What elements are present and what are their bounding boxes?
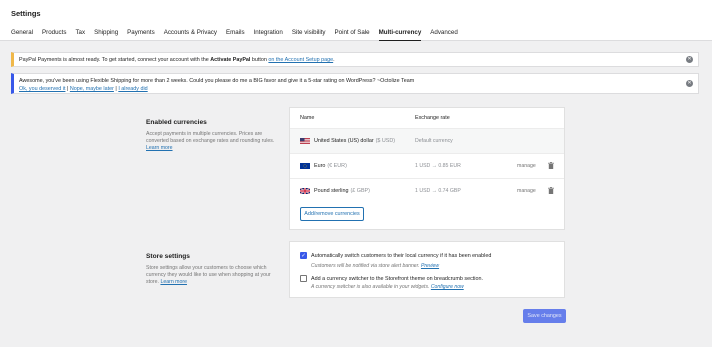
add-remove-currencies-button[interactable]: Add/remove currencies — [300, 207, 364, 221]
settings-tabs: General Products Tax Shipping Payments A… — [11, 29, 467, 41]
paypal-notice-text-middle: button — [250, 57, 269, 63]
trash-icon[interactable] — [548, 187, 554, 194]
us-flag-icon — [300, 138, 310, 144]
manage-link[interactable]: manage — [517, 163, 536, 169]
tab-emails[interactable]: Emails — [226, 29, 245, 41]
currency-switcher-checkbox[interactable] — [300, 275, 307, 282]
manage-link[interactable]: manage — [517, 188, 536, 194]
exchange-rate: Default currency — [415, 138, 453, 144]
already-did-link[interactable]: I already did — [118, 86, 147, 92]
auto-switch-help: Customers will be notified via store ale… — [311, 263, 439, 269]
tab-products[interactable]: Products — [42, 29, 66, 41]
store-settings-title: Store settings — [146, 253, 190, 260]
rating-notice: Awesome, you've been using Flexible Ship… — [11, 73, 699, 94]
currency-code: ($ USD) — [375, 138, 396, 144]
tab-advanced[interactable]: Advanced — [430, 29, 458, 41]
tab-accounts-privacy[interactable]: Accounts & Privacy — [164, 29, 217, 41]
eu-flag-icon — [300, 163, 310, 169]
activate-paypal-label: Activate PayPal — [210, 57, 251, 63]
tab-point-of-sale[interactable]: Point of Sale — [335, 29, 370, 41]
auto-switch-label: Automatically switch customers to their … — [311, 253, 492, 259]
tab-tax[interactable]: Tax — [75, 29, 85, 41]
trash-icon[interactable] — [548, 162, 554, 169]
currency-row-gbp: Pound sterling (£ GBP) 1 USD → 0.74 GBP m… — [290, 178, 564, 203]
exchange-rate: 1 USD → 0.74 GBP — [415, 188, 461, 194]
auto-switch-help-text: Customers will be notified via store ale… — [311, 263, 420, 269]
exchange-rate: 1 USD → 0.85 EUR — [415, 163, 461, 169]
settings-header: Settings General Products Tax Shipping P… — [0, 0, 712, 41]
configure-now-link[interactable]: Configure now — [431, 284, 464, 290]
tab-site-visibility[interactable]: Site visibility — [292, 29, 326, 41]
gb-flag-icon — [300, 188, 310, 194]
currencies-card: Name Exchange rate United States (US) do… — [289, 107, 565, 230]
tab-integration[interactable]: Integration — [254, 29, 283, 41]
currency-row-usd: United States (US) dollar ($ USD) Default… — [290, 128, 564, 153]
preview-link[interactable]: Preview — [421, 263, 439, 269]
tab-payments[interactable]: Payments — [127, 29, 155, 41]
enabled-currencies-learn-more[interactable]: Learn more — [146, 145, 173, 151]
tab-multi-currency[interactable]: Multi-currency — [378, 29, 422, 41]
currency-switcher-help: A currency switcher is also available in… — [311, 284, 464, 290]
paypal-notice-text-start: PayPal Payments is almost ready. To get … — [19, 57, 211, 63]
paypal-notice-text-end: . — [333, 57, 335, 63]
auto-switch-checkbox[interactable]: ✓ — [300, 252, 307, 259]
currency-code: (€ EUR) — [327, 163, 347, 169]
currency-code: (£ GBP) — [350, 188, 370, 194]
currency-switcher-help-text: A currency switcher is also available in… — [311, 284, 430, 290]
store-settings-learn-more[interactable]: Learn more — [160, 279, 187, 285]
ok-deserved-link[interactable]: Ok, you deserved it — [19, 86, 65, 92]
tab-general[interactable]: General — [11, 29, 33, 41]
column-header-name: Name — [300, 115, 315, 121]
enabled-currencies-description: Accept payments in multiple currencies. … — [146, 131, 281, 153]
currency-name: Pound sterling (£ GBP) — [314, 188, 370, 194]
page-title: Settings — [11, 9, 41, 18]
paypal-notice: PayPal Payments is almost ready. To get … — [11, 52, 699, 67]
tab-shipping[interactable]: Shipping — [94, 29, 118, 41]
dismiss-icon[interactable]: ✕ — [686, 80, 693, 87]
rating-notice-text: Awesome, you've been using Flexible Ship… — [19, 78, 415, 84]
enabled-currencies-title: Enabled currencies — [146, 119, 207, 126]
enabled-currencies-description-text: Accept payments in multiple currencies. … — [146, 131, 275, 145]
rating-notice-links: Ok, you deserved it | Nope, maybe later … — [19, 86, 148, 92]
currency-name: Euro (€ EUR) — [314, 163, 347, 169]
currency-name-text: United States (US) dollar — [314, 138, 374, 144]
paypal-notice-text: PayPal Payments is almost ready. To get … — [19, 57, 335, 63]
nope-later-link[interactable]: Nope, maybe later — [70, 86, 114, 92]
save-changes-button[interactable]: Save changes — [523, 309, 566, 323]
store-settings-description: Store settings allow your customers to c… — [146, 265, 281, 287]
currency-name: United States (US) dollar ($ USD) — [314, 138, 395, 144]
column-header-exchange-rate: Exchange rate — [415, 115, 450, 121]
currency-switcher-label: Add a currency switcher to the Storefron… — [311, 276, 483, 282]
currency-name-text: Euro — [314, 163, 326, 169]
dismiss-icon[interactable]: ✕ — [686, 56, 693, 63]
account-setup-link[interactable]: on the Account Setup page — [268, 57, 333, 63]
store-settings-card: ✓ Automatically switch customers to thei… — [289, 241, 565, 298]
currency-row-eur: Euro (€ EUR) 1 USD → 0.85 EUR manage — [290, 153, 564, 178]
currency-name-text: Pound sterling — [314, 188, 349, 194]
